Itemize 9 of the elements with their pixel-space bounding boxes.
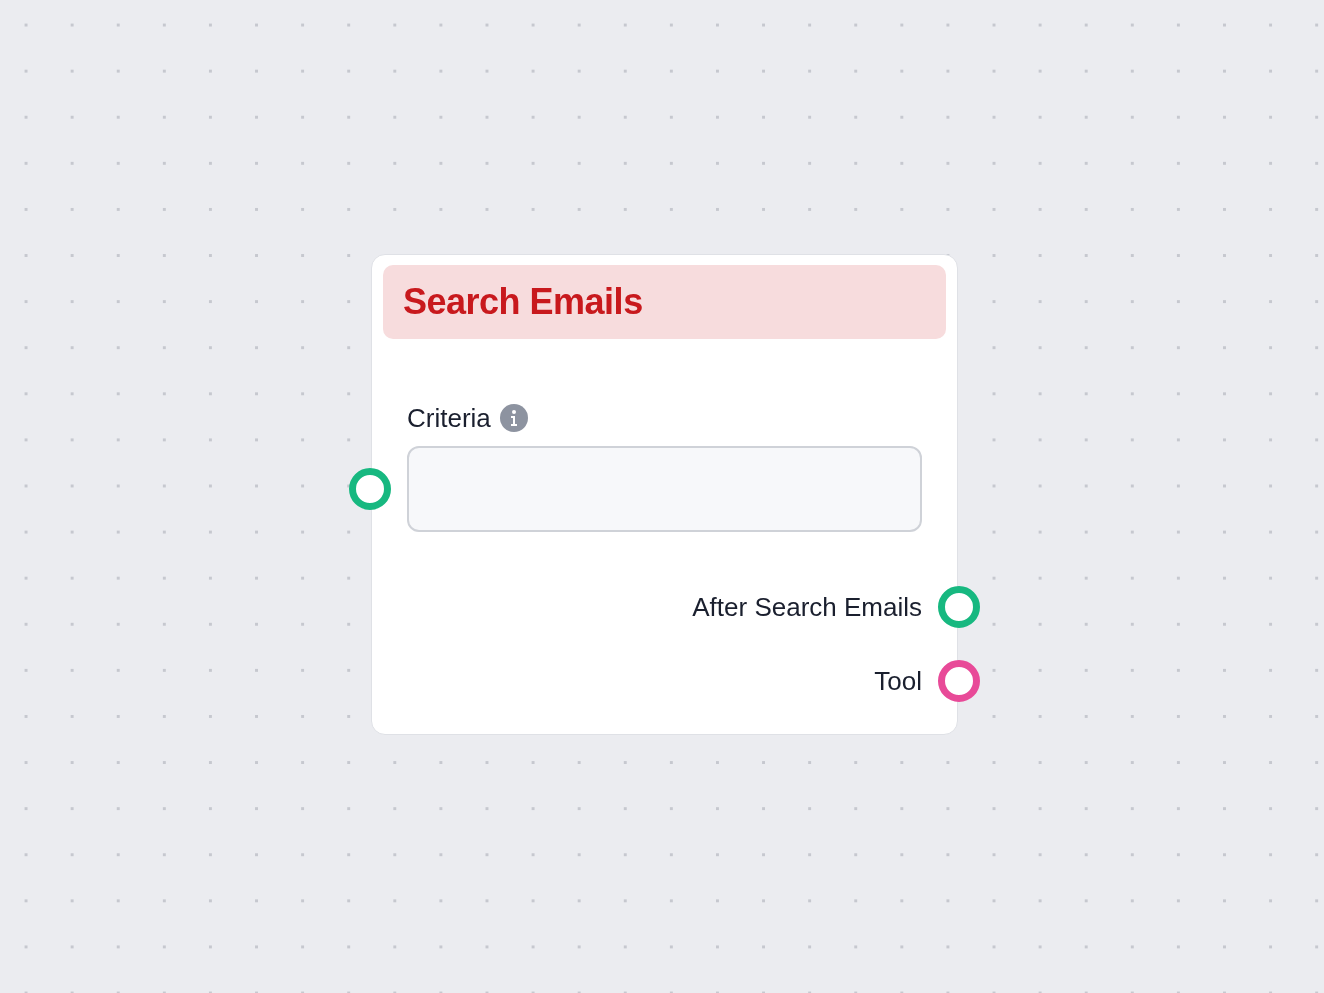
output-label: After Search Emails	[692, 592, 922, 622]
input-handle[interactable]	[349, 468, 391, 510]
field-label: Criteria	[407, 403, 491, 433]
info-icon[interactable]	[499, 404, 528, 432]
output-handle[interactable]	[938, 660, 980, 702]
node-title: Search Emails	[403, 282, 643, 322]
output-handle[interactable]	[938, 586, 980, 628]
criteria-input[interactable]	[407, 446, 922, 532]
output-label: Tool	[874, 666, 922, 696]
